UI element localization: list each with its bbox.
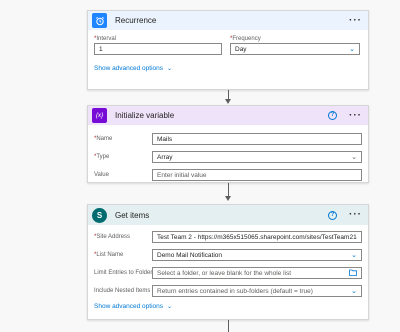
field-label: *Type <box>94 154 110 160</box>
arrow-down-icon <box>225 99 231 104</box>
variable-type-value: Array <box>157 153 173 161</box>
frequency-label: *Frequency <box>230 36 261 42</box>
field-label: *Name <box>94 136 113 142</box>
interval-input[interactable]: 1 <box>94 43 222 55</box>
get-items-header[interactable]: S Get items ? ··· <box>88 205 368 225</box>
interval-group: *Interval 1 <box>94 36 222 55</box>
recurrence-card: Recurrence ··· *Interval 1 *Frequency Da… <box>87 10 369 90</box>
more-options-icon[interactable]: ··· <box>349 110 362 120</box>
help-icon[interactable]: ? <box>328 111 337 120</box>
recurrence-title: Recurrence <box>115 16 157 25</box>
field-row-type: *Type Array ⌄ <box>94 151 362 163</box>
field-row-list-name: *List Name Demo Mail Notification ⌄ <box>94 249 362 261</box>
initialize-variable-body: *Name Mails *Type Array ⌄ Value Enter in… <box>88 125 368 187</box>
field-row-value: Value Enter initial value <box>94 169 362 181</box>
frequency-value: Day <box>235 45 247 53</box>
list-name-value: Demo Mail Notification <box>157 251 223 259</box>
field-row-nested-items: Include Nested Items Return entries cont… <box>94 285 362 297</box>
field-label: Include Nested Items <box>94 288 151 294</box>
variable-type-select[interactable]: Array ⌄ <box>152 151 362 163</box>
field-row-name: *Name Mails <box>94 133 362 145</box>
frequency-group: *Frequency Day ⌄ <box>230 36 360 55</box>
field-label: Value <box>94 172 109 178</box>
help-icon[interactable]: ? <box>328 210 337 220</box>
variable-value-input[interactable]: Enter initial value <box>152 169 362 181</box>
limit-folder-placeholder: Select a folder, or leave blank for the … <box>157 269 292 277</box>
frequency-select[interactable]: Day ⌄ <box>230 43 360 55</box>
alarm-clock-icon <box>92 13 107 28</box>
chevron-down-icon: ⌄ <box>349 45 355 53</box>
nested-items-select[interactable]: Return entries contained in sub-folders … <box>152 285 362 297</box>
field-row-limit-folder: Limit Entries to Folder Select a folder,… <box>94 267 362 279</box>
initialize-variable-card: {x} Initialize variable ? ··· *Name Mail… <box>87 105 369 183</box>
field-label: *List Name <box>94 252 124 258</box>
get-items-body: *Site Address Test Team 2 - https://m365… <box>88 225 368 316</box>
folder-icon[interactable] <box>349 269 357 278</box>
recurrence-body: *Interval 1 *Frequency Day ⌄ Show advanc… <box>88 30 368 78</box>
advanced-link-label: Show advanced options <box>94 303 164 310</box>
field-label: Limit Entries to Folder <box>94 270 153 276</box>
recurrence-header[interactable]: Recurrence ··· <box>88 11 368 30</box>
variable-value-placeholder: Enter initial value <box>157 171 207 179</box>
recurrence-fields: *Interval 1 *Frequency Day ⌄ <box>94 36 362 55</box>
more-options-icon[interactable]: ··· <box>349 15 362 25</box>
sharepoint-icon: S <box>92 207 107 223</box>
chevron-down-icon: ⌄ <box>351 251 357 259</box>
nested-items-placeholder: Return entries contained in sub-folders … <box>157 287 313 295</box>
field-row-site-address: *Site Address Test Team 2 - https://m365… <box>94 231 362 243</box>
interval-label: *Interval <box>94 36 117 42</box>
limit-folder-input[interactable]: Select a folder, or leave blank for the … <box>152 267 362 279</box>
arrow-down-icon <box>225 196 231 201</box>
connector-line <box>228 183 229 197</box>
get-items-card: S Get items ? ··· *Site Address Test Tea… <box>87 204 369 320</box>
show-advanced-options-link[interactable]: Show advanced options ⌄ <box>94 303 172 310</box>
initialize-variable-header[interactable]: {x} Initialize variable ? ··· <box>88 106 368 125</box>
show-advanced-options-link[interactable]: Show advanced options ⌄ <box>94 65 172 72</box>
advanced-link-label: Show advanced options <box>94 65 164 72</box>
get-items-title: Get items <box>115 210 150 220</box>
chevron-down-icon: ⌄ <box>351 153 357 161</box>
chevron-down-icon: ⌄ <box>351 287 357 295</box>
chevron-down-icon: ⌄ <box>167 66 173 72</box>
initialize-variable-title: Initialize variable <box>115 111 175 120</box>
site-address-select[interactable]: Test Team 2 - https://m365x515065.sharep… <box>152 231 362 243</box>
site-address-value: Test Team 2 - https://m365x515065.sharep… <box>157 233 357 241</box>
variable-name-input[interactable]: Mails <box>152 133 362 145</box>
variable-braces-icon: {x} <box>92 108 107 123</box>
more-options-icon[interactable]: ··· <box>349 210 362 220</box>
connector-line <box>228 320 229 332</box>
interval-value: 1 <box>99 45 103 53</box>
chevron-down-icon: ⌄ <box>167 304 173 310</box>
field-label: *Site Address <box>94 234 131 240</box>
variable-name-value: Mails <box>157 135 173 143</box>
list-name-select[interactable]: Demo Mail Notification ⌄ <box>152 249 362 261</box>
